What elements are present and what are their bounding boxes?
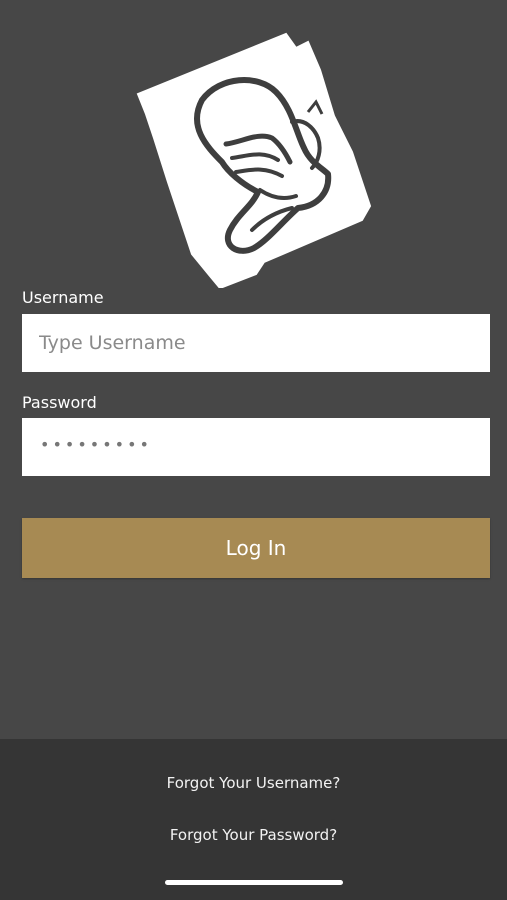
password-field[interactable]: •••••••••	[22, 418, 490, 476]
forgot-username-link[interactable]: Forgot Your Username?	[0, 774, 507, 792]
username-field[interactable]	[22, 314, 490, 372]
username-label: Username	[22, 288, 104, 307]
footer: Forgot Your Username? Forgot Your Passwo…	[0, 739, 507, 900]
boot-logo-icon	[136, 32, 372, 288]
password-masked-value: •••••••••	[40, 435, 152, 454]
login-button[interactable]: Log In	[22, 518, 490, 578]
password-label: Password	[22, 393, 97, 412]
username-input[interactable]	[22, 314, 490, 372]
forgot-password-link[interactable]: Forgot Your Password?	[0, 826, 507, 844]
home-indicator[interactable]	[165, 880, 343, 885]
